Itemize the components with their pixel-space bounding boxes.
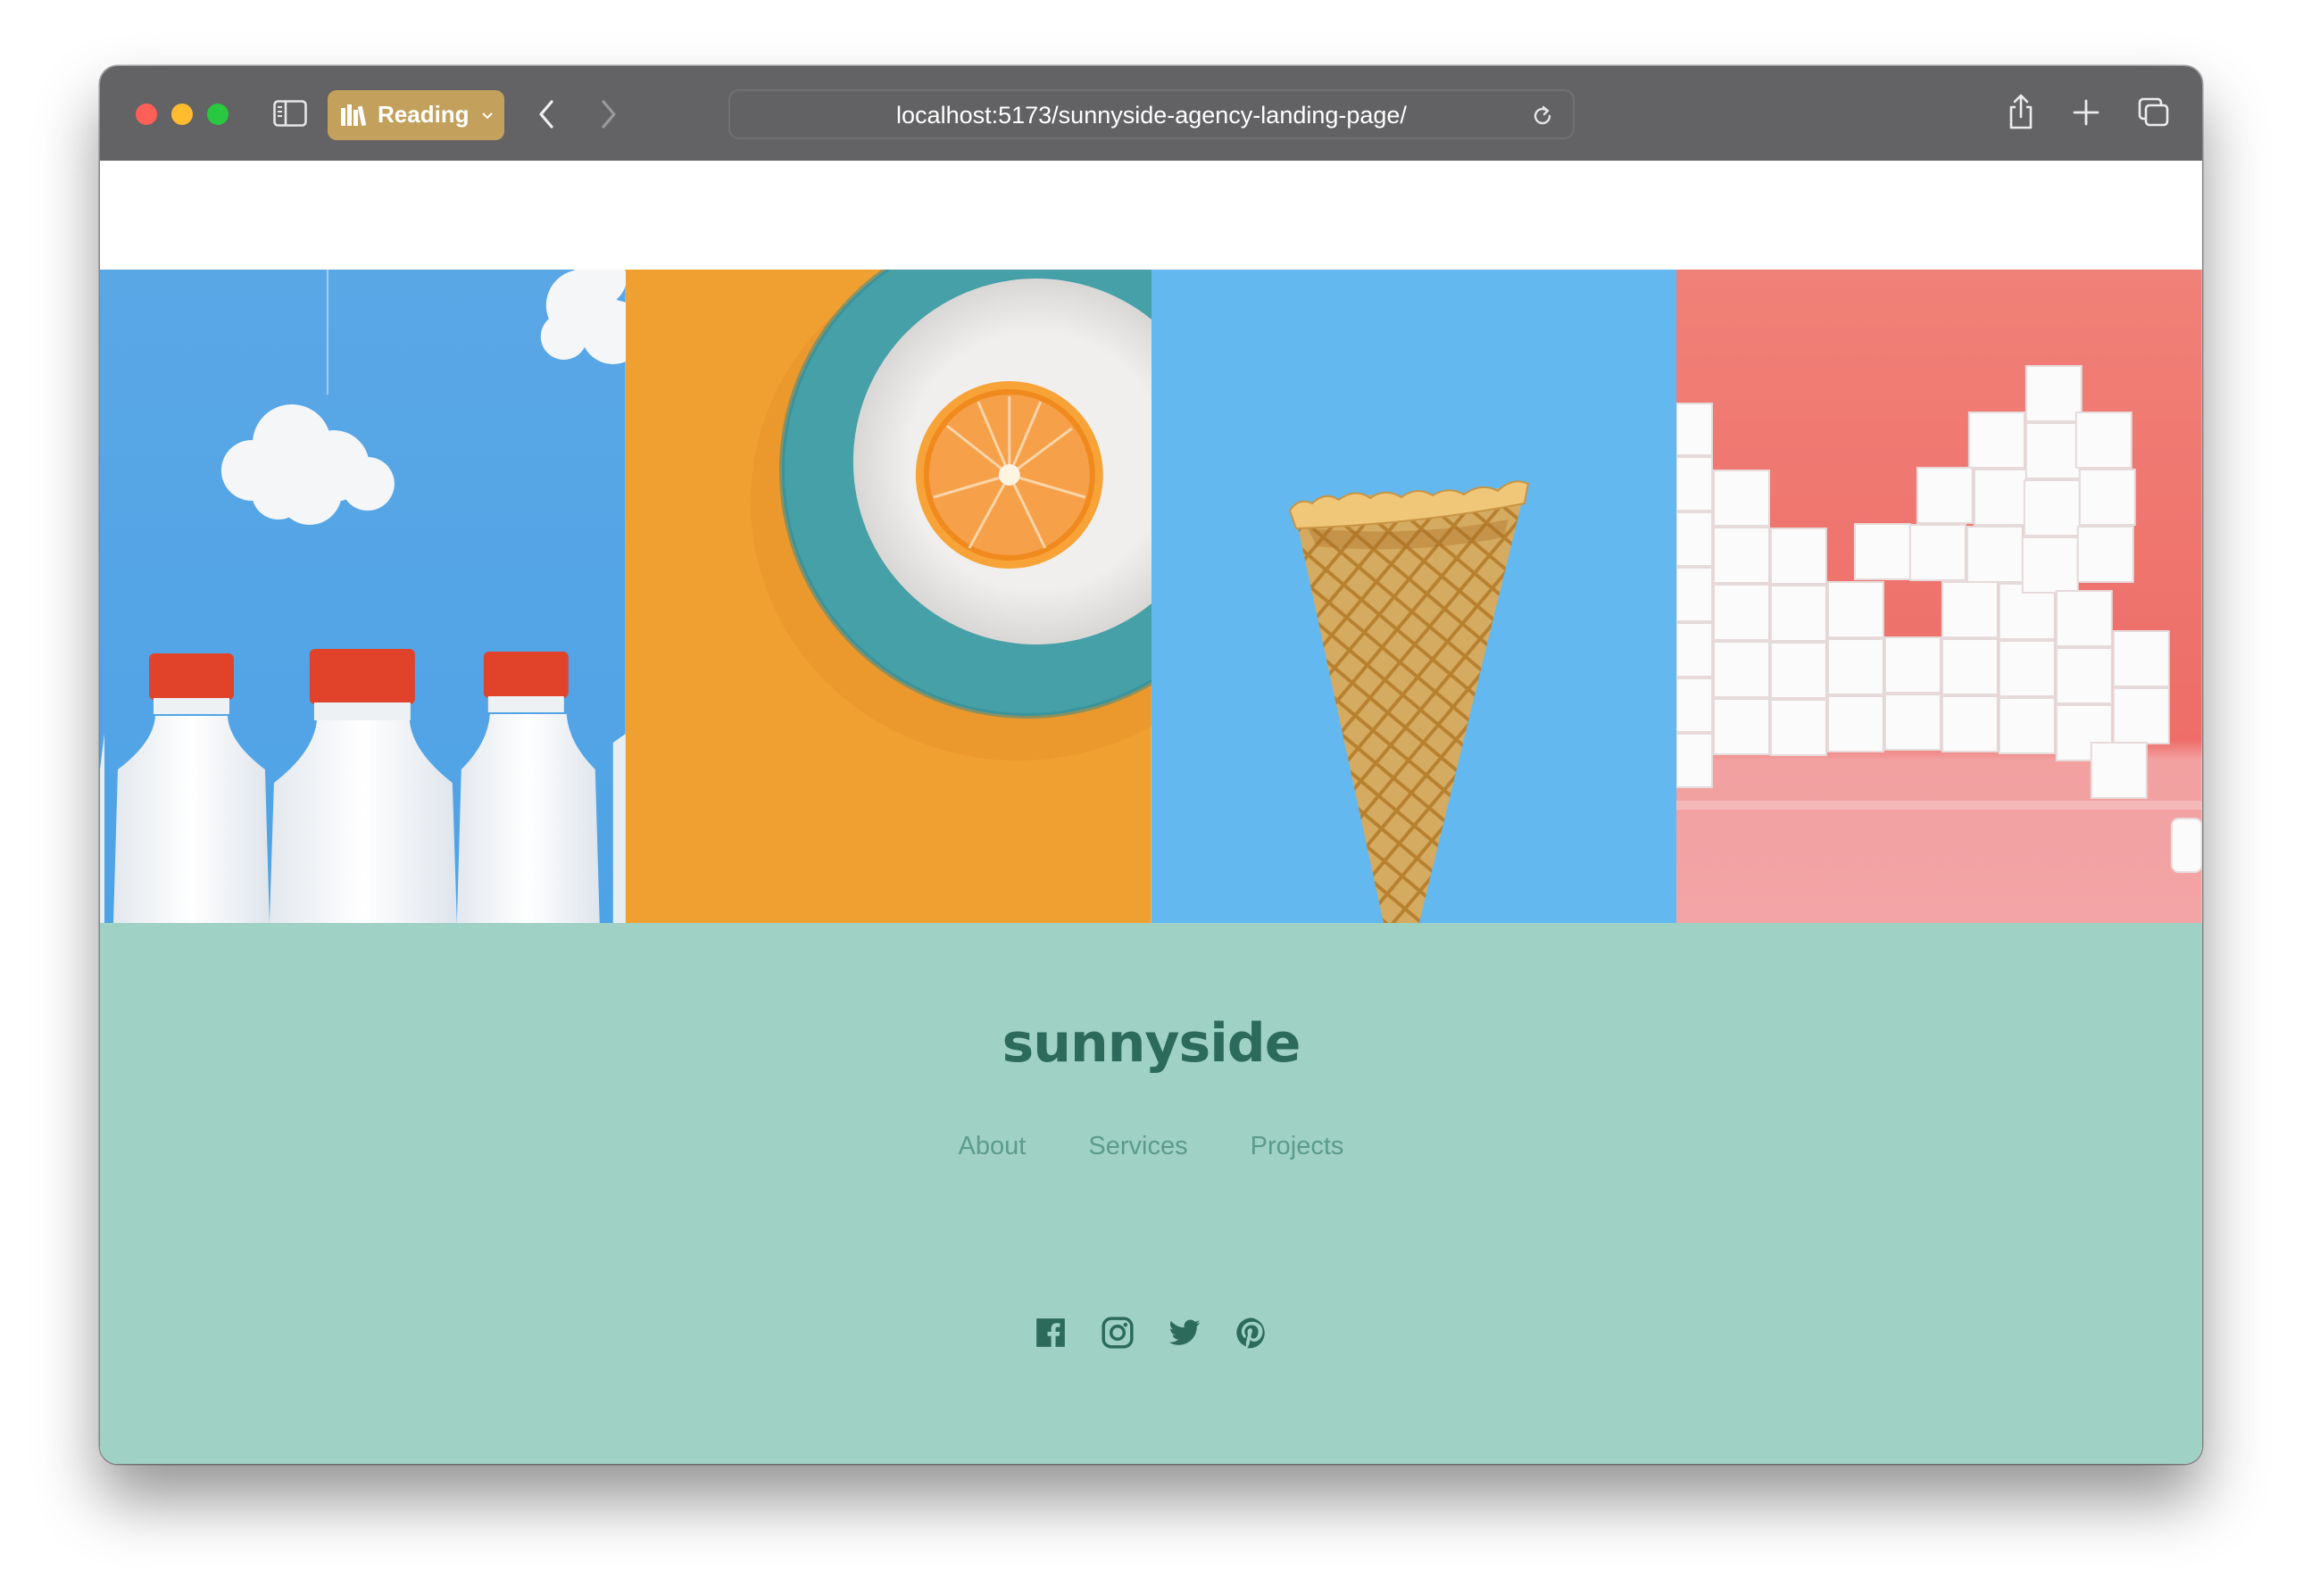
back-button[interactable] xyxy=(536,98,557,130)
pinterest-icon[interactable] xyxy=(1235,1316,1268,1350)
image-gallery xyxy=(100,270,2202,923)
plus-icon[interactable] xyxy=(2072,98,2100,127)
footer-link-about[interactable]: About xyxy=(959,1132,1027,1161)
minimize-window-button[interactable] xyxy=(171,104,193,125)
tabs-overview-icon[interactable] xyxy=(2137,96,2171,129)
url-text: localhost:5173/sunnyside-agency-landing-… xyxy=(896,102,1407,129)
gallery-image-orange xyxy=(625,270,1152,923)
share-icon[interactable] xyxy=(2007,93,2035,130)
forward-button[interactable] xyxy=(598,98,619,130)
close-window-button[interactable] xyxy=(136,104,157,125)
browser-window: Reading localhost:5173/sunnyside-agency-… xyxy=(100,66,2202,1464)
twitter-icon[interactable] xyxy=(1168,1316,1201,1350)
instagram-icon[interactable] xyxy=(1101,1316,1135,1350)
gallery-image-milk xyxy=(100,270,626,923)
footer-nav: About Services Projects xyxy=(100,1132,2202,1161)
chevron-down-icon xyxy=(482,112,493,120)
footer-logo[interactable]: sunnyside xyxy=(100,1012,2202,1075)
reading-list-button[interactable]: Reading xyxy=(328,90,504,140)
sidebar-icon[interactable] xyxy=(273,100,307,127)
gallery-image-cone xyxy=(1151,270,1677,923)
zoom-window-button[interactable] xyxy=(207,104,229,125)
address-bar[interactable]: localhost:5173/sunnyside-agency-landing-… xyxy=(728,89,1575,139)
page-viewport: sunnyside About Services Projects xyxy=(100,161,2202,1464)
footer-link-projects[interactable]: Projects xyxy=(1251,1132,1344,1161)
footer-link-services[interactable]: Services xyxy=(1088,1132,1187,1161)
browser-toolbar: Reading localhost:5173/sunnyside-agency-… xyxy=(100,66,2202,161)
facebook-icon[interactable] xyxy=(1034,1316,1068,1350)
reload-icon[interactable] xyxy=(1530,104,1555,129)
reading-label: Reading xyxy=(378,101,470,128)
gallery-image-sugar xyxy=(1676,270,2202,923)
reading-list-icon xyxy=(341,104,367,127)
site-footer: sunnyside About Services Projects xyxy=(100,923,2202,1464)
